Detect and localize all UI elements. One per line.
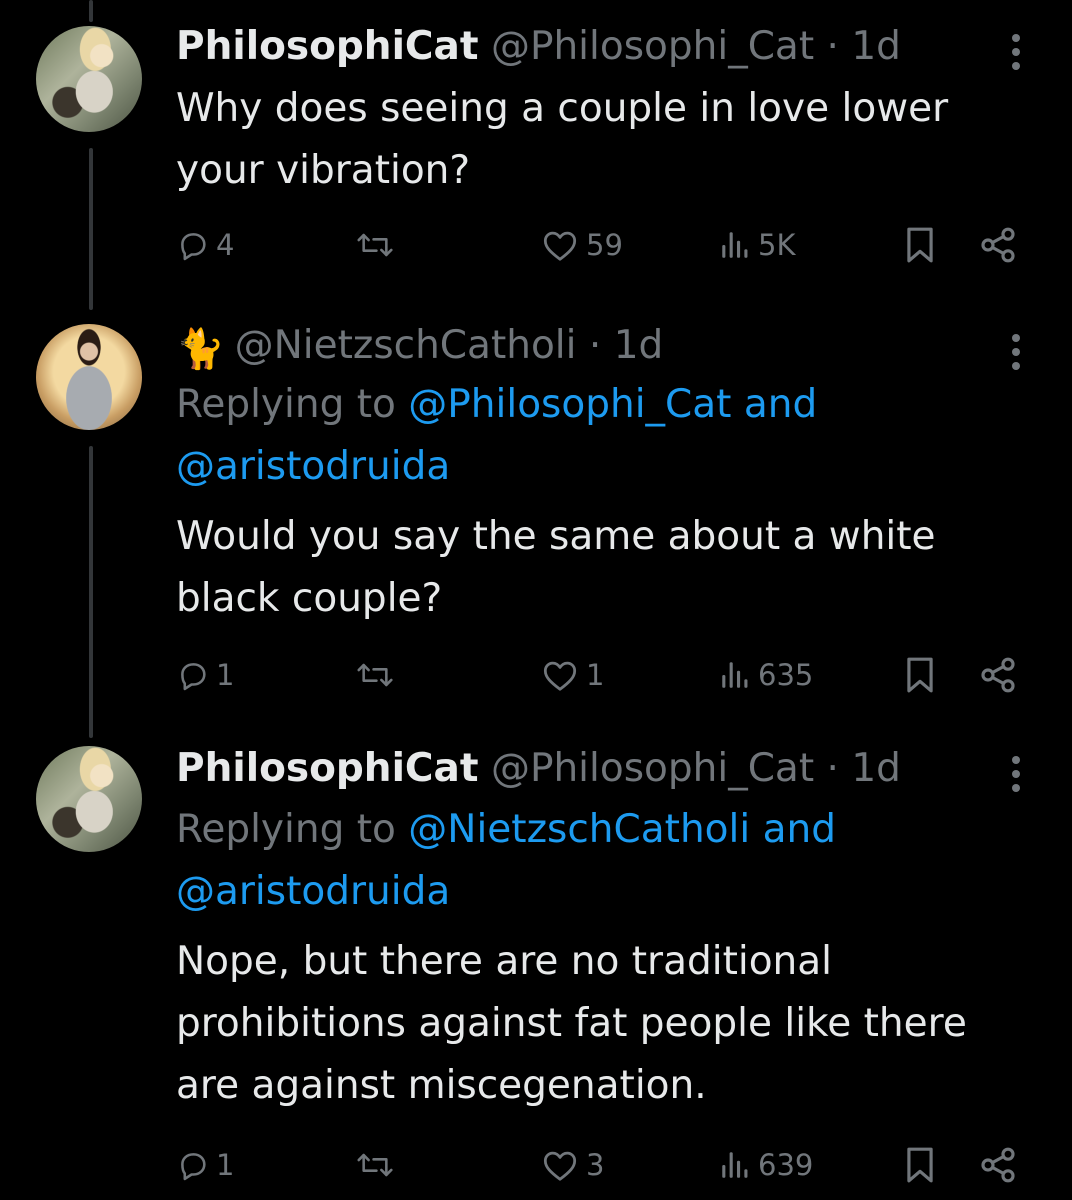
views-icon: [722, 1152, 748, 1178]
bookmark-icon: [907, 227, 933, 263]
retweet-icon: [357, 1153, 393, 1177]
heart-icon: [543, 1151, 577, 1181]
reply-count: 4: [216, 228, 235, 262]
share-button[interactable]: [978, 220, 1018, 270]
views-icon: [722, 232, 748, 258]
like-count: 3: [586, 1148, 605, 1182]
avatar[interactable]: [36, 26, 142, 132]
reply-button[interactable]: 1: [176, 650, 234, 700]
tweet-text-line: your vibration?: [176, 148, 471, 193]
replying-and[interactable]: and: [763, 807, 836, 852]
separator-dot: ·: [588, 323, 602, 368]
tweet-text: Nope, but there are no traditional prohi…: [176, 931, 1036, 1117]
display-name[interactable]: PhilosophiCat: [176, 24, 479, 69]
tweet-header: PhilosophiCat @Philosophi_Cat · 1d: [176, 744, 901, 794]
action-bar: 1 3 639: [0, 1140, 1072, 1190]
views-count: 635: [758, 658, 814, 692]
views-button[interactable]: 635: [718, 650, 813, 700]
mention-link[interactable]: @Philosophi_Cat: [408, 382, 731, 427]
replying-and[interactable]: and: [744, 382, 817, 427]
tweet-text-line: Nope, but there are no traditional: [176, 939, 833, 984]
heart-icon: [543, 231, 577, 261]
views-count: 639: [758, 1148, 814, 1182]
user-handle[interactable]: @Philosophi_Cat: [491, 746, 814, 791]
bookmark-button[interactable]: [904, 1140, 936, 1190]
reply-count: 1: [216, 1148, 235, 1182]
share-icon: [981, 657, 1015, 693]
tweet-text-line: Why does seeing a couple in love lower: [176, 86, 949, 131]
like-count: 59: [586, 228, 623, 262]
reply-button[interactable]: 4: [176, 220, 234, 270]
retweet-icon: [357, 663, 393, 687]
replying-to-label: Replying to: [176, 382, 396, 427]
views-button[interactable]: 5K: [718, 220, 795, 270]
more-icon[interactable]: [1006, 34, 1026, 76]
action-bar: 4 59 5K: [0, 220, 1072, 270]
retweet-button[interactable]: [356, 220, 400, 270]
tweet-header: PhilosophiCat @Philosophi_Cat · 1d: [176, 22, 901, 72]
reply-icon: [181, 233, 206, 261]
mention-link[interactable]: @aristodruida: [176, 444, 450, 489]
mention-link[interactable]: @NietzschCatholi: [408, 807, 750, 852]
reply-icon: [181, 1153, 206, 1181]
avatar[interactable]: [36, 324, 142, 430]
like-button[interactable]: 59: [540, 220, 623, 270]
like-button[interactable]: 3: [540, 1140, 604, 1190]
tweet-text-line: prohibitions against fat people like the…: [176, 1001, 967, 1046]
retweet-icon: [357, 233, 393, 257]
bookmark-button[interactable]: [904, 220, 936, 270]
share-button[interactable]: [978, 650, 1018, 700]
timestamp[interactable]: 1d: [851, 746, 901, 791]
separator-dot: ·: [826, 24, 839, 69]
views-count: 5K: [758, 228, 796, 262]
bookmark-button[interactable]: [904, 650, 936, 700]
bookmark-icon: [907, 657, 933, 693]
timestamp[interactable]: 1d: [614, 323, 664, 368]
retweet-button[interactable]: [356, 650, 400, 700]
views-icon: [722, 662, 748, 688]
tweet-text: Why does seeing a couple in love lower y…: [176, 78, 1036, 202]
replying-to: Replying to @NietzschCatholi and @aristo…: [176, 799, 1036, 923]
tweet[interactable]: 🐈 @NietzschCatholi · 1d Replying to @Phil…: [0, 300, 1072, 720]
replying-to-label: Replying to: [176, 807, 396, 852]
replying-to: Replying to @Philosophi_Cat and @aristod…: [176, 374, 1036, 498]
display-name[interactable]: PhilosophiCat: [176, 746, 479, 791]
user-handle[interactable]: @Philosophi_Cat: [491, 24, 814, 69]
like-count: 1: [586, 658, 605, 692]
share-button[interactable]: [978, 1140, 1018, 1190]
tweet-text: Would you say the same about a white bla…: [176, 506, 1036, 630]
heart-icon: [543, 661, 577, 691]
tweet[interactable]: PhilosophiCat @Philosophi_Cat · 1d Reply…: [0, 720, 1072, 1200]
avatar[interactable]: [36, 746, 142, 852]
tweet-text-line: black couple?: [176, 576, 443, 621]
user-handle[interactable]: @NietzschCatholi: [235, 323, 577, 368]
action-bar: 1 1 635: [0, 650, 1072, 700]
like-button[interactable]: 1: [540, 650, 604, 700]
more-icon[interactable]: [1006, 756, 1026, 798]
bookmark-icon: [907, 1147, 933, 1183]
tweet[interactable]: PhilosophiCat @Philosophi_Cat · 1d Why d…: [0, 0, 1072, 300]
cat-emoji-icon: 🐈: [176, 327, 225, 372]
reply-icon: [181, 663, 206, 691]
retweet-button[interactable]: [356, 1140, 400, 1190]
tweet-text-line: are against miscegenation.: [176, 1063, 707, 1108]
separator-dot: ·: [826, 746, 839, 791]
more-icon[interactable]: [1006, 334, 1026, 376]
tweet-text-line: Would you say the same about a white: [176, 514, 936, 559]
reply-count: 1: [216, 658, 235, 692]
timestamp[interactable]: 1d: [851, 24, 901, 69]
views-button[interactable]: 639: [718, 1140, 813, 1190]
share-icon: [981, 227, 1015, 263]
share-icon: [981, 1147, 1015, 1183]
reply-button[interactable]: 1: [176, 1140, 234, 1190]
tweet-header: 🐈 @NietzschCatholi · 1d: [176, 321, 663, 375]
mention-link[interactable]: @aristodruida: [176, 869, 450, 914]
